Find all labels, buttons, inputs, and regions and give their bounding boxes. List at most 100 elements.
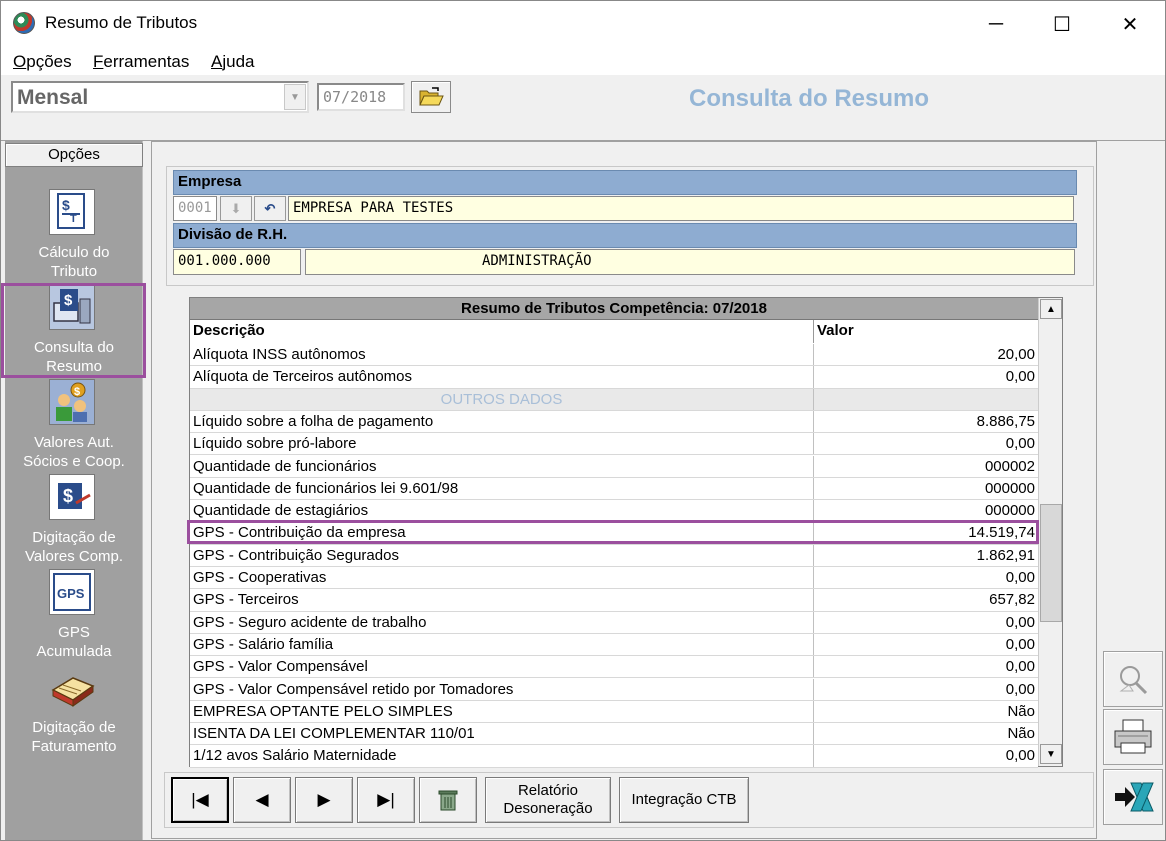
table-row[interactable]: EMPRESA OPTANTE PELO SIMPLES Não	[190, 700, 1038, 724]
table-row[interactable]: GPS - Terceiros 657,82	[190, 589, 1038, 612]
sidebar-item-gps-acumulada[interactable]: GPS GPS Acumulada	[5, 569, 143, 665]
previous-record-button[interactable]: ◀	[233, 777, 291, 823]
open-folder-button[interactable]	[411, 81, 451, 113]
cell-descricao: GPS - Salário família	[190, 633, 814, 656]
sidebar-item-calculo-tributo[interactable]: $ T Cálculo do Tributo	[5, 189, 143, 285]
chevron-down-icon[interactable]: ▼	[284, 84, 306, 110]
sidebar-item-label: Digitação de Faturamento	[31, 719, 117, 755]
cell-descricao: Quantidade de funcionários lei 9.601/98	[190, 477, 814, 500]
cell-descricao: Alíquota INSS autônomos	[190, 344, 814, 366]
menu-ferramentas[interactable]: Ferramentas	[93, 52, 189, 72]
menu-ajuda[interactable]: Ajuda	[211, 52, 254, 72]
app-icon	[13, 12, 35, 34]
print-button[interactable]	[1103, 709, 1163, 765]
svg-text:GPS: GPS	[57, 586, 85, 601]
selected-item-highlight	[1, 283, 146, 378]
company-header: Empresa	[173, 170, 1077, 195]
toolbar: Mensal ▼ 07/2018 Consulta do Resumo	[1, 75, 1165, 141]
printer-icon	[1114, 719, 1152, 754]
last-record-button[interactable]: ▶|	[357, 777, 415, 823]
exit-button[interactable]	[1103, 769, 1163, 825]
table-row[interactable]: Quantidade de funcionários 000002	[190, 455, 1038, 478]
scroll-thumb[interactable]	[1040, 504, 1062, 622]
cell-descricao: Quantidade de estagiários	[190, 500, 814, 522]
gps-icon: GPS	[49, 569, 95, 615]
table-row[interactable]: GPS - Valor Compensável retido por Tomad…	[190, 678, 1038, 701]
grid-header-row: Descrição Valor	[190, 320, 1038, 343]
scroll-down-icon[interactable]: ▼	[1040, 744, 1062, 764]
cell-valor: 0,00	[1005, 613, 1035, 631]
undo-icon[interactable]: ↶	[254, 196, 286, 221]
cell-valor: 000000	[984, 479, 1035, 497]
sidebar-item-label: Digitação de Valores Comp.	[24, 529, 124, 565]
cell-descricao: Quantidade de funcionários	[190, 455, 814, 477]
grid-section-row[interactable]: OUTROS DADOS	[190, 388, 1038, 411]
sidebar-item-valores-aut[interactable]: $ Valores Aut. Sócios e Coop.	[5, 379, 143, 475]
first-record-button[interactable]: |◀	[171, 777, 229, 823]
cell-descricao: GPS - Valor Compensável retido por Tomad…	[190, 678, 814, 700]
cell-descricao: GPS - Seguro acidente de trabalho	[190, 611, 814, 633]
table-row[interactable]: Líquido sobre pró-labore 0,00	[190, 433, 1038, 456]
sidebar-header: Opções	[5, 143, 143, 167]
company-name-field: EMPRESA PARA TESTES	[288, 196, 1074, 221]
table-row[interactable]: GPS - Salário família 0,00	[190, 633, 1038, 657]
sidebar-item-digitacao-valores-comp[interactable]: $ Digitação de Valores Comp.	[5, 474, 143, 570]
download-icon[interactable]: ⬇	[220, 196, 252, 221]
cell-valor: 20,00	[997, 346, 1035, 363]
cell-descricao: OUTROS DADOS	[190, 388, 814, 410]
preview-button[interactable]	[1103, 651, 1163, 707]
cell-valor	[814, 388, 1038, 410]
table-row[interactable]: GPS - Contribuição Segurados 1.862,91	[190, 544, 1038, 567]
cell-valor: 0,00	[1005, 635, 1035, 653]
maximize-button[interactable]: ☐	[1039, 1, 1085, 47]
relatorio-desoneracao-button[interactable]: Relatório Desoneração	[485, 777, 611, 823]
integracao-ctb-button[interactable]: Integração CTB	[619, 777, 749, 823]
table-row[interactable]: 1/12 avos Salário Maternidade 0,00	[190, 745, 1038, 768]
table-row[interactable]: Alíquota de Terceiros autônomos 0,00	[190, 366, 1038, 389]
table-row[interactable]: GPS - Valor Compensável 0,00	[190, 656, 1038, 679]
column-header-descricao[interactable]: Descrição	[190, 320, 814, 343]
menu-opcoes[interactable]: Opções	[13, 52, 72, 72]
vertical-scrollbar[interactable]: ▲ ▼	[1038, 298, 1062, 766]
people-money-icon: $	[49, 379, 95, 425]
window-title: Resumo de Tributos	[45, 13, 198, 32]
sidebar-item-label: GPS Acumulada	[36, 624, 112, 660]
invoice-book-icon	[49, 664, 95, 710]
minimize-button[interactable]: ─	[973, 1, 1019, 47]
cell-descricao: 1/12 avos Salário Maternidade	[190, 745, 814, 767]
cell-valor: 657,82	[989, 591, 1035, 609]
scroll-up-icon[interactable]: ▲	[1040, 299, 1062, 319]
cell-descricao: Líquido sobre pró-labore	[190, 433, 814, 455]
menu-bar: Opções Ferramentas Ajuda	[1, 47, 1165, 75]
calculator-icon: $ T	[49, 189, 95, 235]
cell-valor: 0,00	[1005, 680, 1035, 698]
division-code-field[interactable]: 001.000.000	[173, 249, 301, 275]
division-header: Divisão de R.H.	[173, 223, 1077, 248]
cell-valor: 1.862,91	[976, 546, 1035, 564]
cell-descricao: GPS - Cooperativas	[190, 567, 814, 589]
company-code-input[interactable]: 0001	[173, 196, 217, 221]
cell-valor: Não	[1007, 702, 1035, 720]
table-row[interactable]: GPS - Seguro acidente de trabalho 0,00	[190, 611, 1038, 634]
cell-descricao: GPS - Valor Compensável	[190, 656, 814, 678]
sidebar-item-digitacao-faturamento[interactable]: Digitação de Faturamento	[5, 664, 143, 760]
period-select-value: Mensal	[17, 86, 89, 109]
table-row[interactable]: Alíquota INSS autônomos 20,00	[190, 344, 1038, 367]
next-record-button[interactable]: ▶	[295, 777, 353, 823]
month-input[interactable]: 07/2018	[317, 83, 405, 111]
options-sidebar: Opções $ T Cálculo do Tributo $ Consulta d…	[5, 141, 143, 840]
trash-icon	[438, 790, 458, 811]
title-bar: Resumo de Tributos ─ ☐ ✕	[1, 1, 1165, 47]
cell-descricao: GPS - Contribuição Segurados	[190, 544, 814, 566]
close-button[interactable]: ✕	[1107, 1, 1153, 47]
table-row[interactable]: Líquido sobre a folha de pagamento 8.886,…	[190, 410, 1038, 434]
column-header-valor[interactable]: Valor	[814, 320, 1038, 343]
sidebar-item-label: Valores Aut. Sócios e Coop.	[23, 434, 125, 470]
table-row[interactable]: GPS - Cooperativas 0,00	[190, 567, 1038, 590]
period-select[interactable]: Mensal ▼	[11, 81, 309, 113]
cell-valor: 0,00	[1005, 368, 1035, 386]
trash-button[interactable]	[419, 777, 477, 823]
cell-valor: Não	[1007, 725, 1035, 743]
table-row[interactable]: ISENTA DA LEI COMPLEMENTAR 110/01 Não	[190, 723, 1038, 746]
table-row[interactable]: Quantidade de funcionários lei 9.601/98 0…	[190, 477, 1038, 501]
